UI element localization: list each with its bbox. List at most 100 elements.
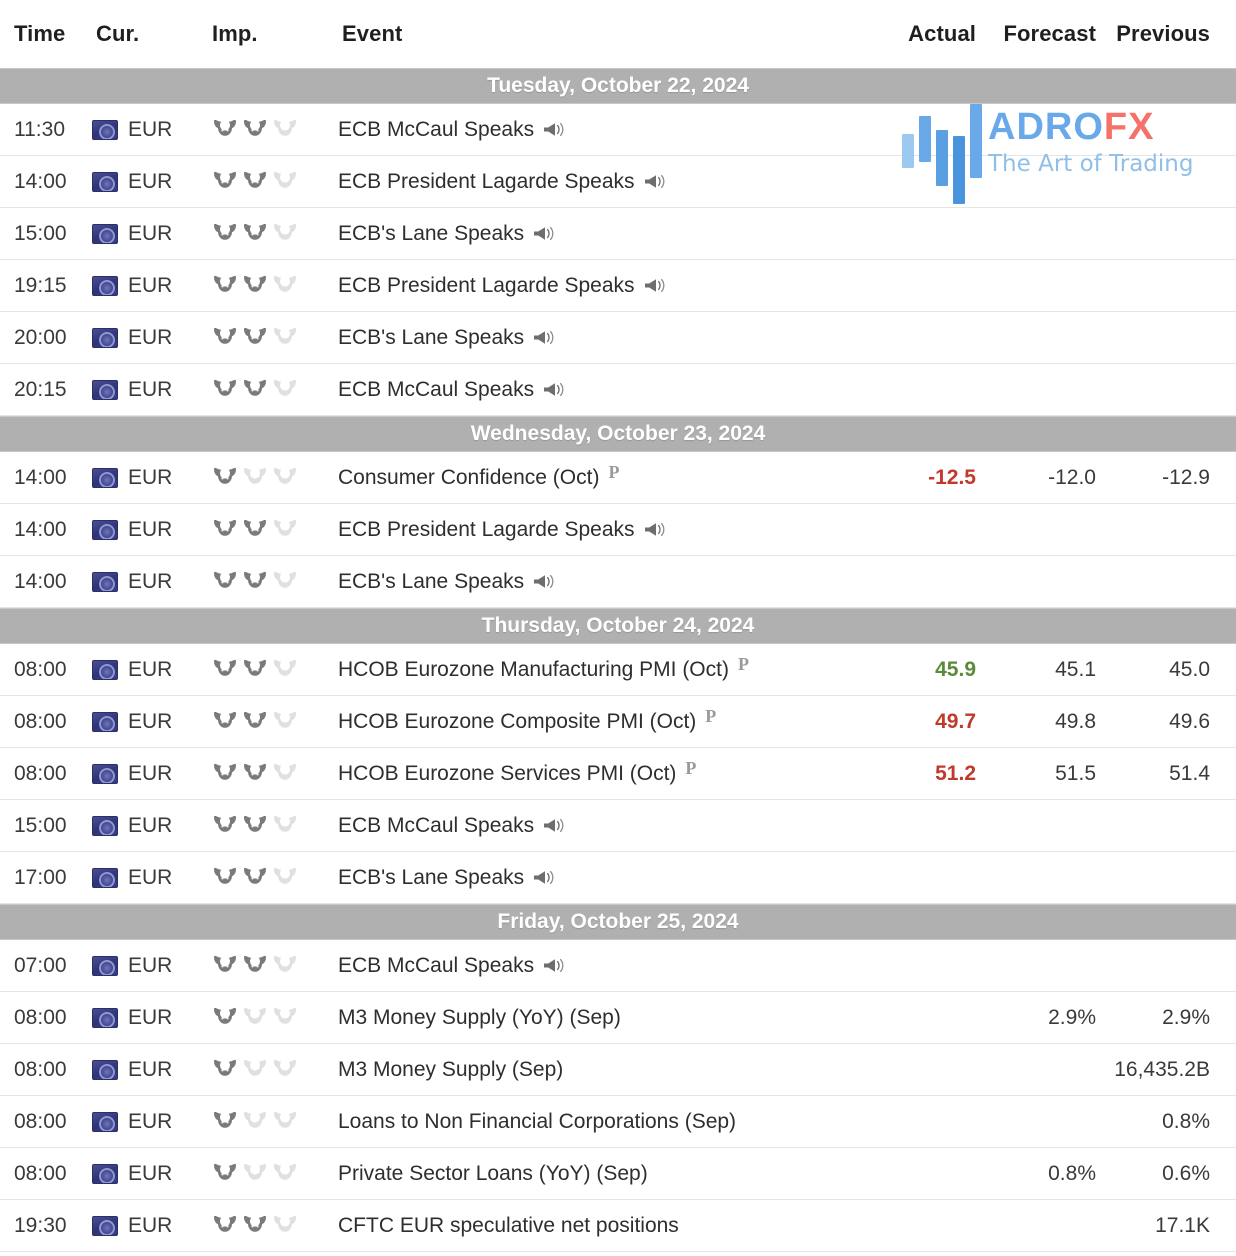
event-name-cell[interactable]: CFTC EUR speculative net positions <box>338 1214 866 1238</box>
event-row[interactable]: 08:00 EUR HCOB Eurozone Services PMI (Oct)… <box>0 748 1236 800</box>
event-name[interactable]: HCOB Eurozone Manufacturing PMI (Oct) <box>338 658 729 682</box>
event-name[interactable]: ECB McCaul Speaks <box>338 814 534 838</box>
event-row[interactable]: 08:00 EUR Loans to Non Financial Corporati… <box>0 1096 1236 1148</box>
event-row[interactable]: 08:00 EUR HCOB Eurozone Manufacturing PMI … <box>0 644 1236 696</box>
event-row[interactable]: 08:00 EUR HCOB Eurozone Composite PMI (Oct… <box>0 696 1236 748</box>
speaker-audio-icon[interactable] <box>543 817 565 834</box>
event-name-cell[interactable]: ECB McCaul Speaks <box>338 814 866 838</box>
event-name-cell[interactable]: HCOB Eurozone Composite PMI (Oct) P <box>338 706 866 734</box>
event-importance-cell[interactable] <box>210 519 338 541</box>
column-header-actual[interactable]: Actual <box>866 21 976 47</box>
event-actual-cell: 45.9 <box>866 658 976 682</box>
event-row[interactable]: 11:30 EUR ECB McCaul Speaks <box>0 104 1236 156</box>
event-name[interactable]: ECB's Lane Speaks <box>338 866 524 890</box>
event-row[interactable]: 20:00 EUR ECB's Lane Speaks <box>0 312 1236 364</box>
column-header-importance[interactable]: Imp. <box>210 21 338 47</box>
column-header-forecast[interactable]: Forecast <box>976 21 1096 47</box>
event-name-cell[interactable]: M3 Money Supply (Sep) <box>338 1058 866 1082</box>
event-importance-cell[interactable] <box>210 955 338 977</box>
event-row[interactable]: 19:30 EUR CFTC EUR speculative net positio… <box>0 1200 1236 1252</box>
event-row[interactable]: 08:00 EUR M3 Money Supply (YoY) (Sep) 2.9% 2… <box>0 992 1236 1044</box>
event-row[interactable]: 14:00 EUR ECB President Lagarde Speaks <box>0 504 1236 556</box>
speaker-audio-icon[interactable] <box>533 869 555 886</box>
event-importance-cell[interactable] <box>210 1111 338 1133</box>
speaker-audio-icon[interactable] <box>543 121 565 138</box>
event-name[interactable]: ECB President Lagarde Speaks <box>338 274 635 298</box>
event-name-cell[interactable]: ECB President Lagarde Speaks <box>338 274 866 298</box>
event-name[interactable]: Loans to Non Financial Corporations (Sep… <box>338 1110 736 1134</box>
event-importance-cell[interactable] <box>210 467 338 489</box>
event-name[interactable]: ECB McCaul Speaks <box>338 954 534 978</box>
event-name-cell[interactable]: HCOB Eurozone Services PMI (Oct) P <box>338 758 866 786</box>
speaker-audio-icon[interactable] <box>644 277 666 294</box>
event-name-cell[interactable]: ECB McCaul Speaks <box>338 118 866 142</box>
event-importance-cell[interactable] <box>210 1215 338 1237</box>
event-name-cell[interactable]: ECB's Lane Speaks <box>338 570 866 594</box>
event-name-cell[interactable]: ECB President Lagarde Speaks <box>338 518 866 542</box>
event-name-cell[interactable]: HCOB Eurozone Manufacturing PMI (Oct) P <box>338 654 866 682</box>
event-name[interactable]: CFTC EUR speculative net positions <box>338 1214 679 1238</box>
event-name-cell[interactable]: ECB's Lane Speaks <box>338 866 866 890</box>
event-name[interactable]: M3 Money Supply (YoY) (Sep) <box>338 1006 621 1030</box>
event-name[interactable]: ECB President Lagarde Speaks <box>338 518 635 542</box>
speaker-audio-icon[interactable] <box>543 957 565 974</box>
event-importance-cell[interactable] <box>210 275 338 297</box>
event-name[interactable]: HCOB Eurozone Services PMI (Oct) <box>338 762 676 786</box>
event-name[interactable]: ECB McCaul Speaks <box>338 118 534 142</box>
event-name-cell[interactable]: ECB President Lagarde Speaks <box>338 170 866 194</box>
event-name-cell[interactable]: M3 Money Supply (YoY) (Sep) <box>338 1006 866 1030</box>
event-importance-cell[interactable] <box>210 763 338 785</box>
event-importance-cell[interactable] <box>210 119 338 141</box>
event-name-cell[interactable]: Loans to Non Financial Corporations (Sep… <box>338 1110 866 1134</box>
event-row[interactable]: 15:00 EUR ECB McCaul Speaks <box>0 800 1236 852</box>
speaker-audio-icon[interactable] <box>644 173 666 190</box>
event-importance-cell[interactable] <box>210 711 338 733</box>
event-name-cell[interactable]: Private Sector Loans (YoY) (Sep) <box>338 1162 866 1186</box>
event-name[interactable]: M3 Money Supply (Sep) <box>338 1058 563 1082</box>
event-name-cell[interactable]: ECB McCaul Speaks <box>338 378 866 402</box>
event-name-cell[interactable]: Consumer Confidence (Oct) P <box>338 462 866 490</box>
event-name[interactable]: HCOB Eurozone Composite PMI (Oct) <box>338 710 696 734</box>
event-importance-cell[interactable] <box>210 1059 338 1081</box>
column-header-currency[interactable]: Cur. <box>92 21 210 47</box>
event-name[interactable]: ECB's Lane Speaks <box>338 326 524 350</box>
speaker-audio-icon[interactable] <box>533 573 555 590</box>
event-importance-cell[interactable] <box>210 223 338 245</box>
speaker-audio-icon[interactable] <box>533 329 555 346</box>
event-name[interactable]: Private Sector Loans (YoY) (Sep) <box>338 1162 648 1186</box>
speaker-audio-icon[interactable] <box>533 225 555 242</box>
event-row[interactable]: 14:00 EUR ECB's Lane Speaks <box>0 556 1236 608</box>
event-importance-cell[interactable] <box>210 815 338 837</box>
event-row[interactable]: 20:15 EUR ECB McCaul Speaks <box>0 364 1236 416</box>
event-name[interactable]: Consumer Confidence (Oct) <box>338 466 599 490</box>
event-name[interactable]: ECB's Lane Speaks <box>338 570 524 594</box>
event-importance-cell[interactable] <box>210 327 338 349</box>
column-header-event[interactable]: Event <box>338 21 866 47</box>
event-row[interactable]: 14:00 EUR ECB President Lagarde Speaks <box>0 156 1236 208</box>
event-importance-cell[interactable] <box>210 571 338 593</box>
event-importance-cell[interactable] <box>210 867 338 889</box>
event-row[interactable]: 15:00 EUR ECB's Lane Speaks <box>0 208 1236 260</box>
event-name[interactable]: ECB McCaul Speaks <box>338 378 534 402</box>
event-name-cell[interactable]: ECB's Lane Speaks <box>338 222 866 246</box>
column-header-previous[interactable]: Previous <box>1096 21 1224 47</box>
event-importance-cell[interactable] <box>210 659 338 681</box>
event-name[interactable]: ECB's Lane Speaks <box>338 222 524 246</box>
event-name-cell[interactable]: ECB's Lane Speaks <box>338 326 866 350</box>
event-forecast-value: 2.9% <box>1048 1005 1096 1029</box>
event-row[interactable]: 07:00 EUR ECB McCaul Speaks <box>0 940 1236 992</box>
event-row[interactable]: 17:00 EUR ECB's Lane Speaks <box>0 852 1236 904</box>
event-importance-cell[interactable] <box>210 1007 338 1029</box>
event-importance-cell[interactable] <box>210 171 338 193</box>
event-importance-cell[interactable] <box>210 1163 338 1185</box>
event-name-cell[interactable]: ECB McCaul Speaks <box>338 954 866 978</box>
event-row[interactable]: 14:00 EUR Consumer Confidence (Oct) P -12.5 -… <box>0 452 1236 504</box>
event-row[interactable]: 08:00 EUR Private Sector Loans (YoY) (Sep)… <box>0 1148 1236 1200</box>
speaker-audio-icon[interactable] <box>543 381 565 398</box>
event-importance-cell[interactable] <box>210 379 338 401</box>
column-header-time[interactable]: Time <box>0 21 92 47</box>
speaker-audio-icon[interactable] <box>644 521 666 538</box>
event-row[interactable]: 19:15 EUR ECB President Lagarde Speaks <box>0 260 1236 312</box>
event-row[interactable]: 08:00 EUR M3 Money Supply (Sep) 16,435.2B <box>0 1044 1236 1096</box>
event-name[interactable]: ECB President Lagarde Speaks <box>338 170 635 194</box>
